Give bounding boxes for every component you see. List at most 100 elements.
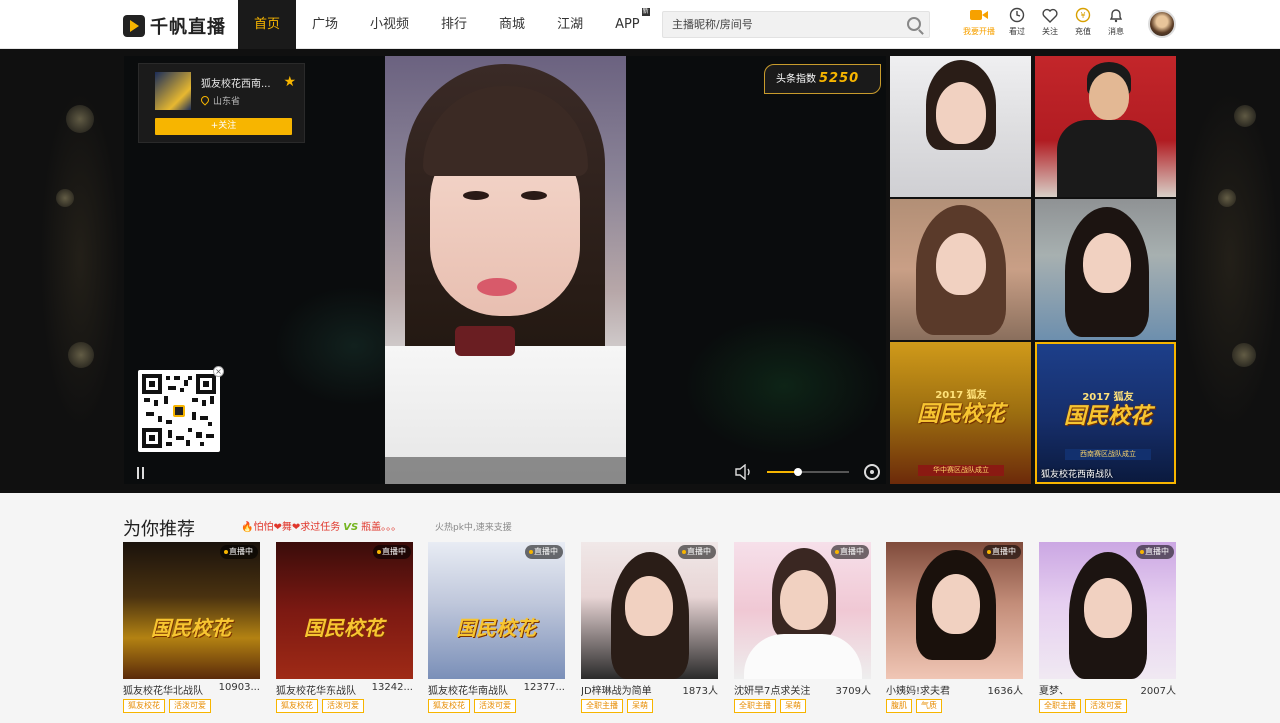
live-thumb-grid: 2017 狐友 国民校花 华中赛区战队成立 2017 狐友 国民校花 西南赛区战… — [890, 56, 1176, 484]
stream-card[interactable]: 国民校花 直播中 狐友校花华东战队 13242... 狐友校花 活泼可爱 — [276, 542, 413, 713]
new-badge-icon: 新 — [641, 8, 650, 16]
pk-banner[interactable]: 🔥怕怕❤舞❤求过任务 VS 瓶盖。。。 — [241, 518, 401, 533]
poster-title: 国民校花 — [456, 616, 536, 640]
live-video-frame[interactable] — [385, 56, 626, 484]
live-badge: 直播中 — [525, 545, 563, 559]
stream-name[interactable]: 沈妍早7点求关注 — [734, 682, 810, 697]
stream-card[interactable]: 直播中 小姨妈!求夫君 1636人 腹肌 气质 — [886, 542, 1023, 713]
site-logo[interactable]: 千帆直播 — [123, 13, 226, 39]
thumb-face — [936, 233, 986, 295]
stream-name[interactable]: 狐友校花华北战队 — [123, 682, 203, 697]
viewer-count: 1873人 — [682, 686, 718, 697]
stream-card-image[interactable]: 国民校花 直播中 — [428, 542, 565, 679]
stream-card-image[interactable]: 直播中 — [734, 542, 871, 679]
live-thumb[interactable] — [1035, 56, 1176, 197]
live-thumb[interactable] — [890, 56, 1031, 197]
thumb-figure-body — [1057, 120, 1157, 197]
host-name[interactable]: 狐友校花西南... — [201, 75, 271, 90]
live-badge: 直播中 — [983, 545, 1021, 559]
stream-card-image[interactable]: 国民校花 直播中 — [276, 542, 413, 679]
live-badge: 直播中 — [373, 545, 411, 559]
stream-card-image[interactable]: 直播中 — [886, 542, 1023, 679]
stream-card-image[interactable]: 直播中 — [581, 542, 718, 679]
volume-slider-knob[interactable] — [794, 468, 803, 476]
stream-card[interactable]: 国民校花 直播中 狐友校花华北战队 10903... 狐友校花 活泼可爱 — [123, 542, 260, 713]
follow-list-button[interactable]: 关注 — [1034, 6, 1066, 37]
stream-tag[interactable]: 活泼可爱 — [169, 699, 211, 713]
player-glow — [684, 316, 884, 456]
follow-button[interactable]: +关注 — [155, 118, 292, 135]
search-icon[interactable] — [907, 17, 921, 31]
history-label: 看过 — [1009, 27, 1025, 36]
follow-list-label: 关注 — [1042, 27, 1058, 36]
nav-plaza[interactable]: 广场 — [296, 0, 354, 49]
nav-app[interactable]: APP 新 — [599, 0, 656, 49]
nav-jianghu[interactable]: 江湖 — [541, 0, 599, 49]
video-bottom-bar — [385, 457, 626, 484]
live-thumb-selected[interactable]: 2017 狐友 国民校花 西南赛区战队成立 狐友校花西南战队 — [1035, 342, 1176, 484]
volume-slider[interactable] — [767, 468, 849, 476]
start-live-button[interactable]: 我要开播 — [958, 6, 1000, 37]
recharge-button[interactable]: ¥ 充值 — [1067, 6, 1099, 37]
volume-icon[interactable] — [735, 463, 753, 481]
stream-card[interactable]: 直播中 JD梓琳战为简单 1873人 全职主播 呆萌 — [581, 542, 718, 713]
messages-button[interactable]: 消息 — [1100, 6, 1132, 37]
stream-tag[interactable]: 腹肌 — [886, 699, 912, 713]
app-qr-code: × — [138, 366, 224, 452]
video-player[interactable]: 狐友校花西南... 山东省 ★ +关注 头条指数 5250 × — [124, 56, 886, 484]
bokeh-light — [56, 189, 74, 207]
live-thumb[interactable] — [1035, 199, 1176, 340]
hot-index-badge: 头条指数 5250 — [764, 64, 881, 94]
nav-app-label: APP — [615, 17, 640, 32]
qr-close-button[interactable]: × — [213, 366, 224, 377]
stream-card[interactable]: 直播中 沈妍早7点求关注 3709人 全职主播 呆萌 — [734, 542, 871, 713]
coin-icon: ¥ — [1067, 6, 1099, 24]
top-header: 千帆直播 首页 广场 小视频 排行 商城 江湖 APP 新 我要开播 看过 — [0, 0, 1280, 49]
nav-short-video[interactable]: 小视频 — [354, 0, 425, 49]
section-title: 为你推荐 — [123, 519, 195, 540]
nav-ranking[interactable]: 排行 — [425, 0, 483, 49]
stream-card[interactable]: 国民校花 直播中 狐友校花华南战队 12377... 狐友校花 活泼可爱 — [428, 542, 565, 713]
stream-tag[interactable]: 全职主播 — [581, 699, 623, 713]
stream-name[interactable]: 小姨妈!求夫君 — [886, 682, 950, 697]
stream-tag[interactable]: 狐友校花 — [276, 699, 318, 713]
stream-card[interactable]: 直播中 夏梦、 2007人 全职主播 活泼可爱 — [1039, 542, 1176, 713]
recommend-section: 为你推荐 🔥怕怕❤舞❤求过任务 VS 瓶盖。。。 火热pk中,速来支援 国民校花 直… — [0, 493, 1280, 723]
stream-card-image[interactable]: 国民校花 直播中 — [123, 542, 260, 679]
stream-name[interactable]: 狐友校花华南战队 — [428, 682, 508, 697]
stream-tag[interactable]: 气质 — [916, 699, 942, 713]
stream-name[interactable]: 夏梦、 — [1039, 682, 1069, 697]
stage-glow-right — [1180, 89, 1280, 429]
stream-card-image[interactable]: 直播中 — [1039, 542, 1176, 679]
viewer-count: 2007人 — [1140, 686, 1176, 697]
recharge-label: 充值 — [1075, 27, 1091, 36]
live-thumb[interactable]: 2017 狐友 国民校花 华中赛区战队成立 — [890, 342, 1031, 484]
stream-tag[interactable]: 全职主播 — [734, 699, 776, 713]
refresh-icon[interactable] — [864, 464, 880, 480]
svg-text:¥: ¥ — [1080, 11, 1085, 20]
stream-tag[interactable]: 狐友校花 — [428, 699, 470, 713]
start-live-label: 我要开播 — [963, 27, 995, 36]
stream-tag[interactable]: 活泼可爱 — [322, 699, 364, 713]
stream-name[interactable]: 狐友校花华东战队 — [276, 682, 356, 697]
stream-tag[interactable]: 狐友校花 — [123, 699, 165, 713]
qr-logo-icon — [173, 405, 185, 417]
stream-tag[interactable]: 全职主播 — [1039, 699, 1081, 713]
search-input[interactable] — [663, 12, 893, 37]
pause-button[interactable] — [136, 467, 146, 479]
stream-tag[interactable]: 呆萌 — [780, 699, 806, 713]
live-stage: 狐友校花西南... 山东省 ★ +关注 头条指数 5250 × 2017 狐友 … — [0, 49, 1280, 493]
bokeh-light — [68, 342, 94, 368]
stream-tag[interactable]: 活泼可爱 — [1085, 699, 1127, 713]
live-thumb[interactable] — [890, 199, 1031, 340]
nav-home[interactable]: 首页 — [238, 0, 296, 49]
history-button[interactable]: 看过 — [1001, 6, 1033, 37]
nav-mall[interactable]: 商城 — [483, 0, 541, 49]
stream-tag[interactable]: 活泼可爱 — [474, 699, 516, 713]
stream-tag[interactable]: 呆萌 — [627, 699, 653, 713]
host-avatar[interactable] — [155, 72, 191, 110]
stream-name[interactable]: JD梓琳战为简单 — [581, 682, 652, 697]
user-avatar[interactable] — [1148, 10, 1176, 38]
streamer-lips — [477, 278, 517, 296]
clock-icon — [1001, 6, 1033, 24]
